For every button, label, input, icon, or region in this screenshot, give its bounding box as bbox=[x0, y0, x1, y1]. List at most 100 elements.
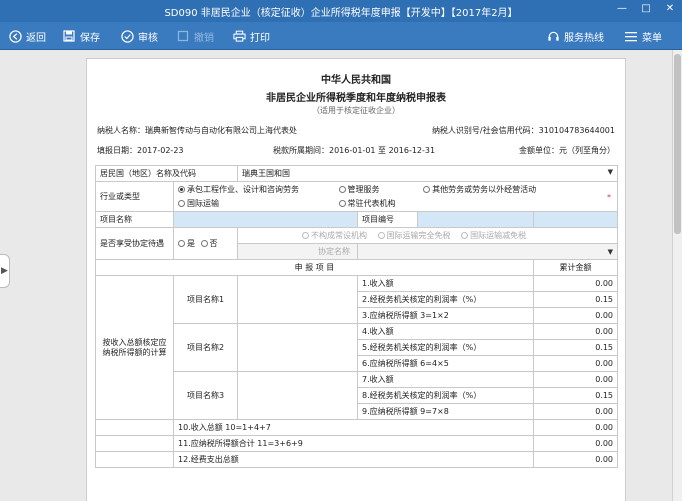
treaty-yes-label: 是 bbox=[187, 239, 195, 248]
industry-option-management[interactable]: 管理服务 bbox=[338, 183, 413, 196]
residence-select[interactable]: 瑞典王国和国 ▼ bbox=[237, 165, 618, 182]
industry-option-label: 其他劳务或劳务以外经营活动 bbox=[432, 184, 537, 194]
project-name-3: 项目名称3 bbox=[173, 371, 238, 420]
project-no-input[interactable] bbox=[533, 211, 618, 228]
line-amount[interactable]: 0.15 bbox=[533, 291, 618, 308]
project-name-1-input[interactable] bbox=[237, 275, 358, 324]
line-amount: 0.00 bbox=[533, 403, 618, 420]
table-row: 11.应纳税所得额合计 11=3+6+9 0.00 bbox=[95, 435, 618, 452]
radio-icon bbox=[423, 185, 431, 193]
total-line-amount: 0.00 bbox=[533, 451, 618, 468]
industry-option-rep-office[interactable]: 常驻代表机构 bbox=[338, 197, 396, 210]
review-button[interactable]: 审核 bbox=[120, 22, 158, 50]
total-line-label: 10.收入总额 10=1+4+7 bbox=[173, 419, 534, 436]
line-amount[interactable]: 0.15 bbox=[533, 387, 618, 404]
treaty-sub-options: 不构成常设机构 国际运输完全免税 国际运输减免税 bbox=[237, 227, 618, 244]
project-no-cell: 项目编号 bbox=[357, 211, 534, 228]
fill-date-label: 填报日期： bbox=[97, 146, 137, 155]
vertical-scrollbar[interactable] bbox=[672, 50, 682, 501]
tax-period-from: 2016-01-01 bbox=[329, 146, 376, 155]
treaty-name-select: ▼ bbox=[357, 243, 618, 260]
revoke-button: 撤销 bbox=[176, 22, 214, 50]
radio-disabled-icon bbox=[302, 232, 309, 239]
project-name-input[interactable] bbox=[173, 211, 358, 228]
maximize-button[interactable]: □ bbox=[640, 3, 652, 14]
industry-option-transport[interactable]: 国际运输 bbox=[178, 197, 328, 210]
fill-date-value: 2017-02-23 bbox=[137, 146, 184, 155]
treaty-option-label: 国际运输减免税 bbox=[470, 231, 527, 240]
project-name-3-input[interactable] bbox=[237, 371, 358, 420]
table-row: 12.经费支出总额 0.00 bbox=[95, 451, 618, 468]
print-button[interactable]: 打印 bbox=[232, 22, 270, 50]
tax-period-row: 税款所属期间：2016-01-01 至 2016-12-31 bbox=[273, 145, 435, 156]
residence-label: 居民国（地区）名称及代码 bbox=[95, 165, 238, 182]
industry-options: 承包工程作业、设计和咨询劳务 管理服务 其他劳务或劳务以外经营活动 国际运输 常… bbox=[173, 181, 618, 212]
save-label: 保存 bbox=[80, 32, 100, 44]
tax-period-to: 2016-12-31 bbox=[388, 146, 436, 155]
industry-option-label: 国际运输 bbox=[187, 198, 219, 208]
industry-option-engineering[interactable]: 承包工程作业、设计和咨询劳务 bbox=[178, 183, 328, 196]
project-no-label: 项目编号 bbox=[358, 212, 418, 227]
residence-row: 居民国（地区）名称及代码 瑞典王国和国 ▼ bbox=[95, 165, 618, 182]
doc-subtitle: （适用于核定征收企业） bbox=[312, 106, 400, 115]
table-row: 项目名称2 4.收入额 0.00 bbox=[96, 323, 618, 372]
line-label: 5.经税务机关核定的利润率（%） bbox=[357, 339, 534, 356]
treaty-option-reduce: 国际运输减免税 bbox=[461, 230, 526, 241]
tax-period-label: 税款所属期间： bbox=[273, 146, 329, 155]
scrollbar-thumb[interactable] bbox=[674, 54, 681, 234]
line-label: 9.应纳税所得额 9=7×8 bbox=[357, 403, 534, 420]
line-amount[interactable]: 0.15 bbox=[533, 339, 618, 356]
total-line-amount: 0.00 bbox=[533, 419, 618, 436]
industry-row: 行业或类型 承包工程作业、设计和咨询劳务 管理服务 其他劳务或劳务以外经营活动 … bbox=[95, 181, 618, 212]
table-row: 按收入总额核定应纳税所得额的计算 项目名称1 1.收入额 0.00 bbox=[95, 275, 618, 420]
radio-icon bbox=[178, 199, 185, 207]
project-row: 项目名称 项目编号 bbox=[95, 211, 618, 228]
industry-option-other[interactable]: 其他劳务或劳务以外经营活动 bbox=[423, 183, 536, 196]
close-button[interactable]: ✕ bbox=[664, 3, 676, 14]
treaty-option-label: 国际运输完全免税 bbox=[386, 231, 451, 240]
taxpayer-id-row: 纳税人识别号/社会信用代码：310104783644001 bbox=[432, 125, 615, 136]
project-name-2: 项目名称2 bbox=[173, 323, 238, 372]
title-bar: SD090 非居民企业（核定征收）企业所得税年度申报【开发中】【2017年2月】… bbox=[0, 0, 682, 22]
line-amount[interactable]: 0.00 bbox=[533, 371, 618, 388]
revoke-icon bbox=[176, 29, 190, 43]
line-amount[interactable]: 0.00 bbox=[533, 323, 618, 340]
line-amount: 0.00 bbox=[533, 307, 618, 324]
industry-option-label: 管理服务 bbox=[347, 184, 380, 194]
project-name-label: 项目名称 bbox=[95, 211, 174, 228]
radio-icon bbox=[178, 240, 185, 247]
back-button[interactable]: 返回 bbox=[8, 22, 46, 50]
line-label: 1.收入额 bbox=[357, 275, 534, 292]
treaty-label: 是否享受协定待遇 bbox=[95, 227, 174, 260]
line-amount[interactable]: 0.00 bbox=[533, 275, 618, 292]
minimize-button[interactable]: — bbox=[616, 3, 628, 14]
line-label: 8.经税务机关核定的利润率（%） bbox=[357, 387, 534, 404]
menu-button[interactable]: 菜单 bbox=[624, 22, 662, 50]
line-label: 2.经税务机关核定的利润率（%） bbox=[357, 291, 534, 308]
treaty-radio-group: 是 否 bbox=[173, 227, 238, 260]
project-name-2-input[interactable] bbox=[237, 323, 358, 372]
radio-icon bbox=[338, 185, 346, 193]
window-title: SD090 非居民企业（核定征收）企业所得税年度申报【开发中】【2017年2月】 bbox=[164, 8, 518, 19]
declaration-form-page: 中华人民共和国 非居民企业所得税季度和年度纳税申报表 （适用于核定征收企业） 纳… bbox=[86, 58, 626, 501]
dropdown-arrow-icon: ▼ bbox=[607, 168, 613, 176]
line-amount: 0.00 bbox=[533, 355, 618, 372]
save-button[interactable]: 保存 bbox=[62, 22, 100, 50]
back-arrow-icon bbox=[8, 29, 22, 43]
doc-title-form: 非居民企业所得税季度和年度纳税申报表 bbox=[266, 93, 446, 104]
fill-date-row: 填报日期：2017-02-23 bbox=[97, 145, 184, 156]
taxpayer-name-label: 纳税人名称： bbox=[97, 126, 145, 135]
treaty-no-radio[interactable]: 否 bbox=[200, 238, 218, 249]
check-circle-icon bbox=[120, 29, 134, 43]
items-header: 申 报 项 目 bbox=[95, 259, 534, 276]
industry-option-label: 承包工程作业、设计和咨询劳务 bbox=[187, 184, 299, 194]
toolbar: 返回 保存 审核 撤销 打印 服务热线 菜单 bbox=[0, 22, 682, 50]
side-panel-toggle[interactable]: ▶ bbox=[0, 254, 10, 288]
radio-checked-icon bbox=[178, 185, 185, 193]
service-hotline-button[interactable]: 服务热线 bbox=[546, 22, 604, 50]
radio-disabled-icon bbox=[461, 232, 469, 239]
treaty-yes-radio[interactable]: 是 bbox=[178, 238, 195, 249]
total-line-label: 12.经费支出总额 bbox=[173, 451, 534, 468]
hotline-label: 服务热线 bbox=[564, 32, 604, 44]
print-label: 打印 bbox=[250, 32, 270, 44]
